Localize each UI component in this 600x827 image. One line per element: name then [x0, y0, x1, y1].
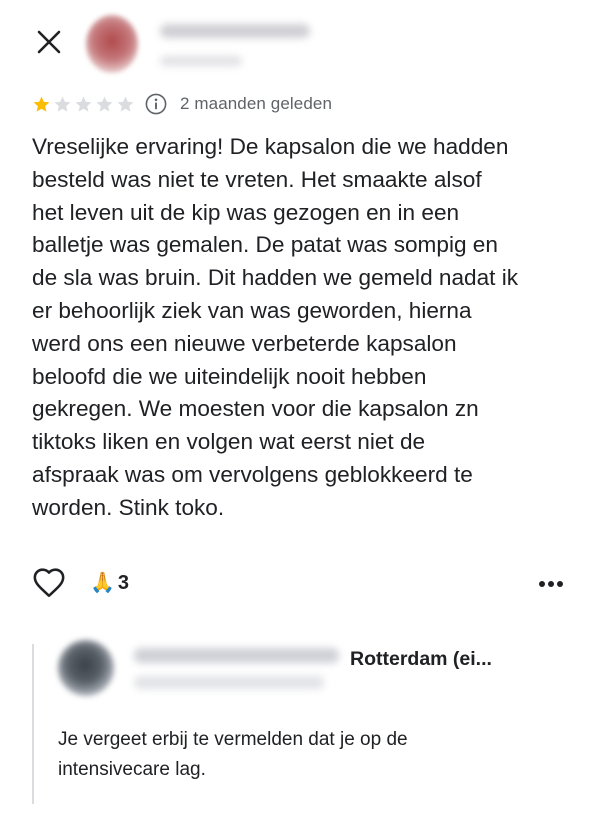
close-icon — [37, 30, 61, 54]
reaction-chip[interactable]: 🙏 3 — [90, 570, 129, 596]
more-horizontal-icon — [539, 581, 563, 587]
owner-avatar[interactable] — [58, 640, 114, 696]
close-button[interactable] — [32, 25, 66, 59]
info-icon[interactable] — [145, 93, 167, 115]
reviewer-avatar[interactable] — [86, 15, 138, 73]
star-empty-icon — [96, 96, 113, 112]
more-options-button[interactable] — [534, 567, 568, 601]
reply-divider — [32, 644, 34, 804]
owner-reply-text: Je vergeet erbij te vermelden dat je op … — [58, 729, 408, 780]
heart-icon — [33, 568, 65, 598]
pray-emoji-icon: 🙏 — [90, 572, 115, 594]
review-time: 2 maanden geleden — [180, 94, 332, 113]
rating-row: 2 maanden geleden — [32, 92, 332, 116]
star-rating — [32, 95, 135, 114]
owner-location: Rotterdam (ei... — [350, 648, 492, 670]
reaction-count: 3 — [117, 571, 130, 594]
owner-meta-blurred — [134, 676, 324, 689]
reviewer-name-blurred[interactable] — [160, 24, 310, 38]
star-empty-icon — [54, 96, 71, 112]
review-text: Vreselijke ervaring! De kapsalon die we … — [32, 134, 519, 520]
star-filled-icon — [33, 96, 50, 112]
owner-name-blurred — [134, 648, 339, 663]
star-empty-icon — [117, 96, 134, 112]
reviewer-meta-blurred — [160, 56, 242, 66]
like-button[interactable] — [32, 566, 66, 600]
star-empty-icon — [75, 96, 92, 112]
